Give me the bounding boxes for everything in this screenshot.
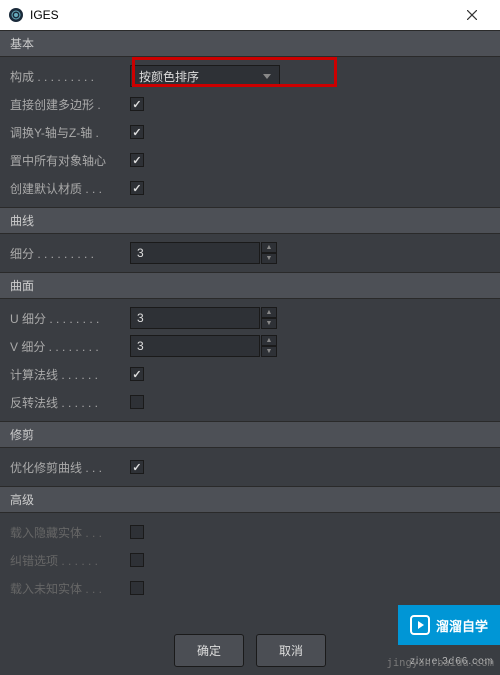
label-curve-subdiv: 细分 . . . . . . . . . (10, 245, 130, 262)
row-swap-yz: 调换Y-轴与Z-轴 . (10, 119, 490, 145)
row-hidden-entities: 载入隐藏实体 . . . (10, 519, 490, 545)
input-curve-subdiv[interactable] (130, 242, 260, 264)
row-direct-polygons: 直接创建多边形 . (10, 91, 490, 117)
close-icon (467, 10, 477, 20)
row-curve-subdiv: 细分 . . . . . . . . . ▲ ▼ (10, 240, 490, 266)
checkbox-calc-normals[interactable] (130, 367, 144, 381)
label-hidden-entities: 载入隐藏实体 . . . (10, 524, 130, 541)
label-u-subdiv: U 细分 . . . . . . . . (10, 310, 130, 327)
row-calc-normals: 计算法线 . . . . . . (10, 361, 490, 387)
section-body-advanced: 载入隐藏实体 . . . 纠错选项 . . . . . . 载入未知实体 . .… (0, 513, 500, 607)
section-body-trim: 优化修剪曲线 . . . (0, 448, 500, 486)
content: 基本 构成 . . . . . . . . . 按颜色排序 直接创建多边形 . … (0, 30, 500, 607)
checkbox-optimize-trim[interactable] (130, 460, 144, 474)
section-basic: 基本 构成 . . . . . . . . . 按颜色排序 直接创建多边形 . … (0, 30, 500, 207)
dropdown-value: 按颜色排序 (139, 68, 199, 85)
checkbox-flip-normals[interactable] (130, 395, 144, 409)
spinner-u-subdiv: ▲ ▼ (130, 307, 277, 329)
row-optimize-trim: 优化修剪曲线 . . . (10, 454, 490, 480)
ok-button[interactable]: 确定 (174, 634, 244, 667)
checkbox-error-options[interactable] (130, 553, 144, 567)
section-header-advanced: 高级 (0, 486, 500, 513)
section-body-basic: 构成 . . . . . . . . . 按颜色排序 直接创建多边形 . 调换Y… (0, 57, 500, 207)
play-icon (410, 615, 430, 635)
section-advanced: 高级 载入隐藏实体 . . . 纠错选项 . . . . . . 载入未知实体 … (0, 486, 500, 607)
input-u-subdiv[interactable] (130, 307, 260, 329)
spinner-down[interactable]: ▼ (261, 346, 277, 357)
section-curves: 曲线 细分 . . . . . . . . . ▲ ▼ (0, 207, 500, 272)
section-header-surfaces: 曲面 (0, 272, 500, 299)
section-header-basic: 基本 (0, 30, 500, 57)
row-v-subdiv: V 细分 . . . . . . . . ▲ ▼ (10, 333, 490, 359)
titlebar-left: IGES (8, 7, 59, 23)
label-flip-normals: 反转法线 . . . . . . (10, 394, 130, 411)
input-v-subdiv[interactable] (130, 335, 260, 357)
label-error-options: 纠错选项 . . . . . . (10, 552, 130, 569)
spinner-down[interactable]: ▼ (261, 318, 277, 329)
spinner-buttons: ▲ ▼ (261, 307, 277, 329)
checkbox-swap-yz[interactable] (130, 125, 144, 139)
spinner-down[interactable]: ▼ (261, 253, 277, 264)
label-composition: 构成 . . . . . . . . . (10, 68, 130, 85)
close-button[interactable] (452, 0, 492, 30)
label-optimize-trim: 优化修剪曲线 . . . (10, 459, 130, 476)
spinner-curve-subdiv: ▲ ▼ (130, 242, 277, 264)
checkbox-hidden-entities[interactable] (130, 525, 144, 539)
titlebar: IGES (0, 0, 500, 30)
label-swap-yz: 调换Y-轴与Z-轴 . (10, 124, 130, 141)
row-u-subdiv: U 细分 . . . . . . . . ▲ ▼ (10, 305, 490, 331)
checkbox-center-axis[interactable] (130, 153, 144, 167)
watermark-brand: 溜溜自学 (436, 616, 488, 635)
label-direct-polygons: 直接创建多边形 . (10, 96, 130, 113)
checkbox-direct-polygons[interactable] (130, 97, 144, 111)
app-icon (8, 7, 24, 23)
row-flip-normals: 反转法线 . . . . . . (10, 389, 490, 415)
section-body-surfaces: U 细分 . . . . . . . . ▲ ▼ V 细分 . . . . . … (0, 299, 500, 421)
section-header-curves: 曲线 (0, 207, 500, 234)
label-create-material: 创建默认材质 . . . (10, 180, 130, 197)
row-create-material: 创建默认材质 . . . (10, 175, 490, 201)
checkbox-unknown-entities[interactable] (130, 581, 144, 595)
row-composition: 构成 . . . . . . . . . 按颜色排序 (10, 63, 490, 89)
spinner-up[interactable]: ▲ (261, 335, 277, 346)
label-v-subdiv: V 细分 . . . . . . . . (10, 338, 130, 355)
watermark-url: jingyan.baidu.com (387, 657, 494, 669)
dropdown-composition[interactable]: 按颜色排序 (130, 65, 280, 87)
section-trim: 修剪 优化修剪曲线 . . . (0, 421, 500, 486)
spinner-up[interactable]: ▲ (261, 242, 277, 253)
row-error-options: 纠错选项 . . . . . . (10, 547, 490, 573)
row-unknown-entities: 载入未知实体 . . . (10, 575, 490, 601)
label-center-axis: 置中所有对象轴心 (10, 152, 130, 169)
chevron-down-icon (263, 74, 271, 79)
spinner-up[interactable]: ▲ (261, 307, 277, 318)
label-unknown-entities: 载入未知实体 . . . (10, 580, 130, 597)
section-surfaces: 曲面 U 细分 . . . . . . . . ▲ ▼ V 细分 . . . .… (0, 272, 500, 421)
spinner-v-subdiv: ▲ ▼ (130, 335, 277, 357)
cancel-button[interactable]: 取消 (256, 634, 326, 667)
section-header-trim: 修剪 (0, 421, 500, 448)
spinner-buttons: ▲ ▼ (261, 242, 277, 264)
checkbox-create-material[interactable] (130, 181, 144, 195)
row-center-axis: 置中所有对象轴心 (10, 147, 490, 173)
label-calc-normals: 计算法线 . . . . . . (10, 366, 130, 383)
section-body-curves: 细分 . . . . . . . . . ▲ ▼ (0, 234, 500, 272)
window-title: IGES (30, 8, 59, 22)
spinner-buttons: ▲ ▼ (261, 335, 277, 357)
